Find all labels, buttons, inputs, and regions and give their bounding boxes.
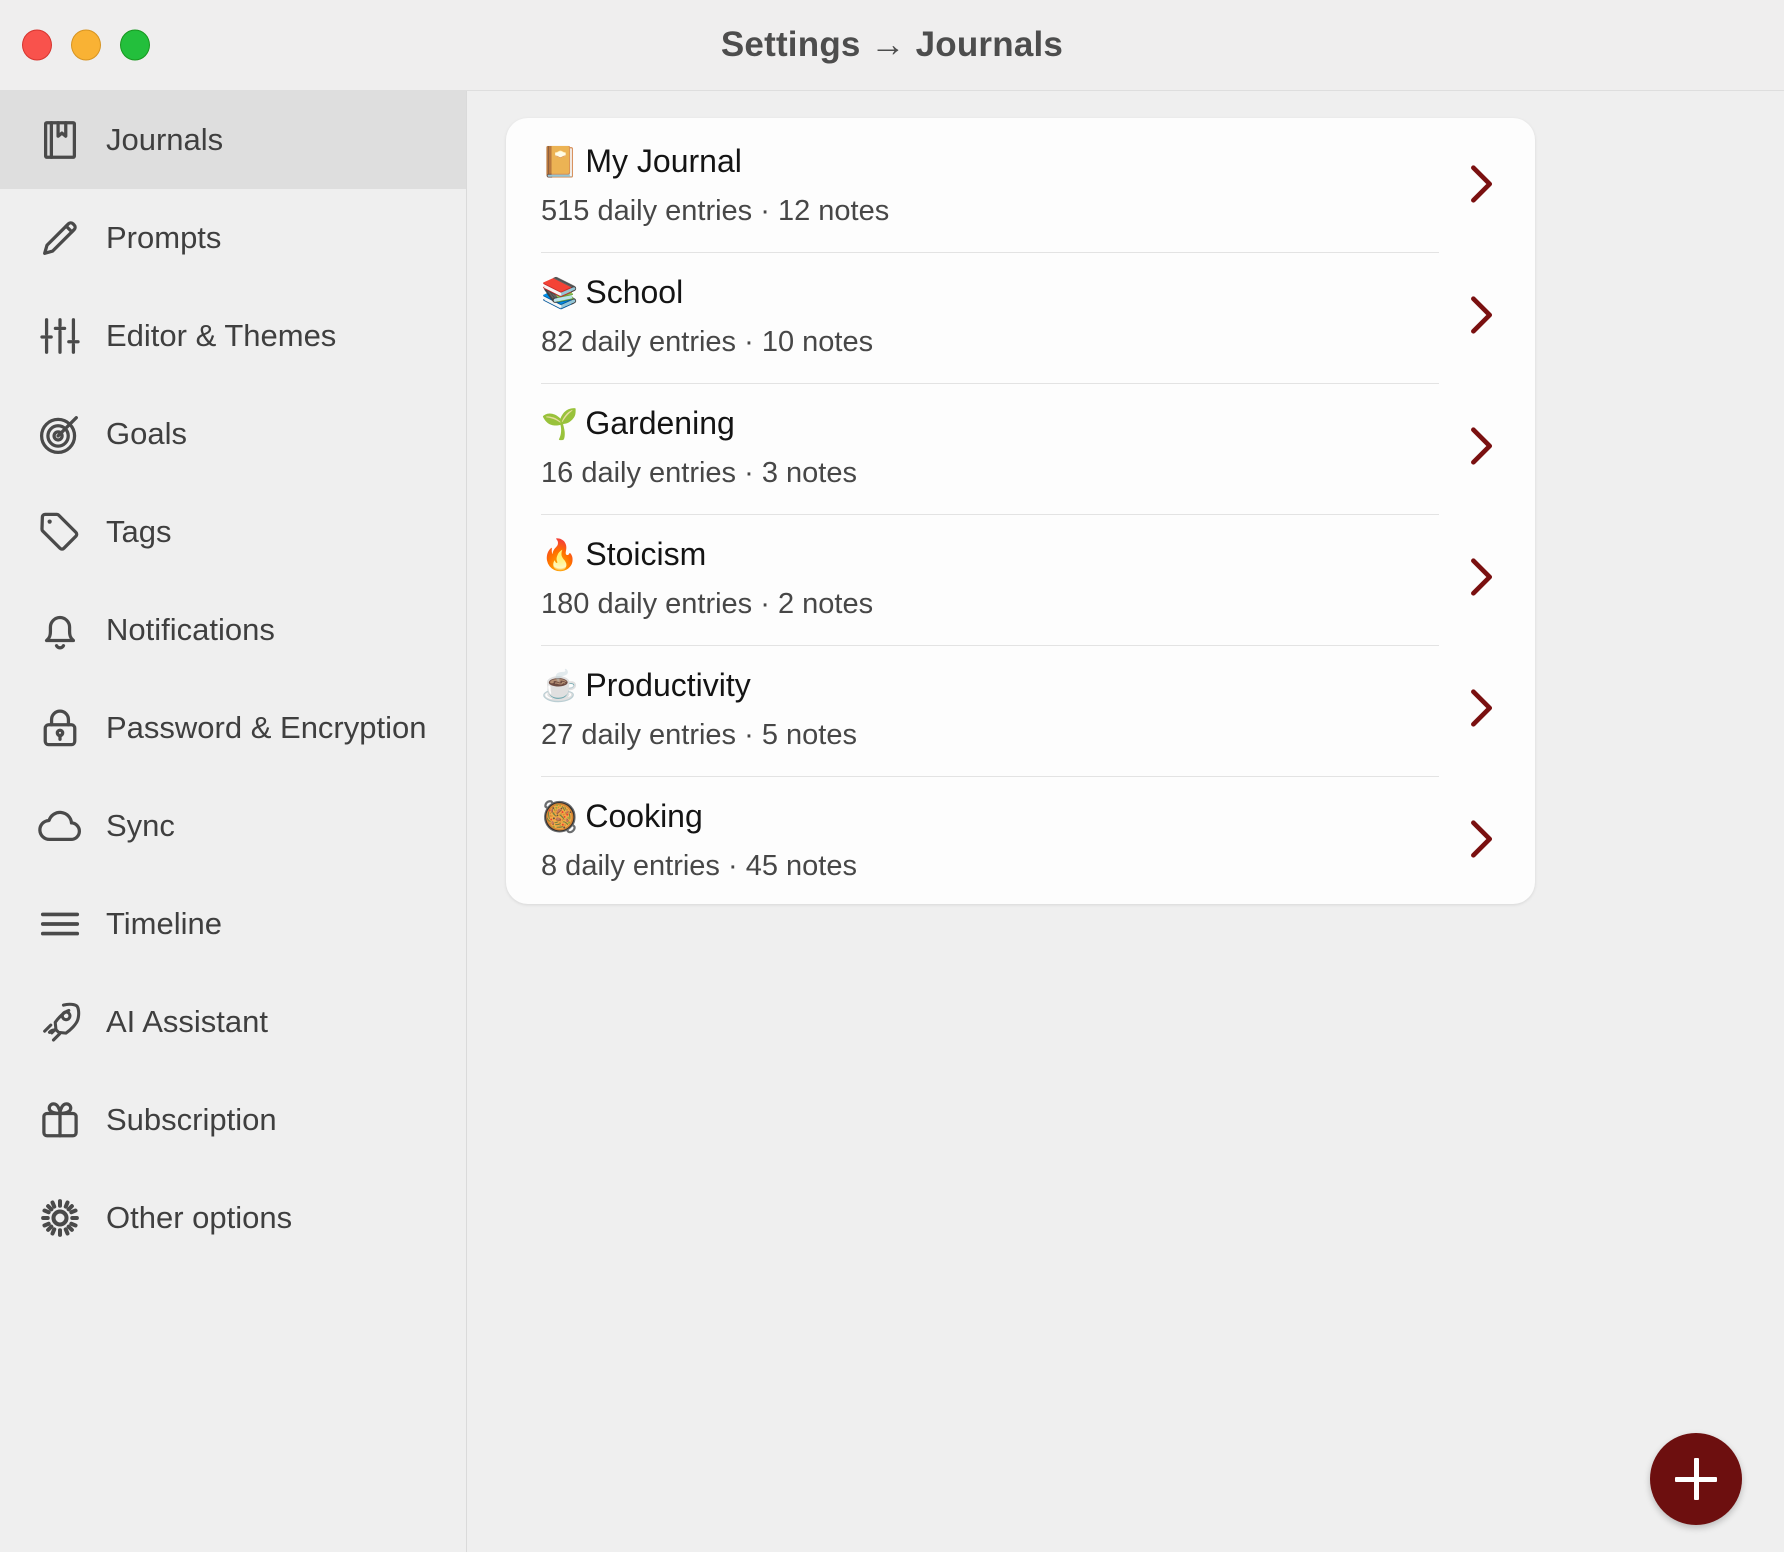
journal-emoji-icon: 🌱 (541, 407, 579, 441)
journal-title: 📔 My Journal (541, 141, 1439, 182)
sidebar-item-editor-themes[interactable]: Editor & Themes (0, 287, 466, 385)
gift-icon (36, 1096, 84, 1144)
sidebar-item-label: Sync (106, 808, 175, 843)
journal-emoji-icon: 📔 (541, 145, 579, 179)
title-bar: Settings → Journals (0, 0, 1784, 91)
maximize-window-button[interactable] (120, 29, 150, 61)
journal-emoji-icon: 🥘 (541, 800, 579, 834)
journal-stats: 27 daily entries · 5 notes (541, 719, 857, 752)
sidebar-item-other-options[interactable]: Other options (0, 1169, 466, 1267)
journal-row[interactable]: 🥘 Cooking 8 daily entries · 45 notes (506, 773, 1535, 904)
journal-row-content: ☕ Productivity 27 daily entries · 5 notes (541, 644, 1439, 771)
journal-emoji-icon: 🔥 (541, 538, 579, 572)
sidebar-item-ai-assistant[interactable]: AI Assistant (0, 973, 466, 1071)
add-journal-button[interactable] (1650, 1433, 1742, 1525)
sidebar-item-sync[interactable]: Sync (0, 777, 466, 875)
sidebar-item-password-encryption[interactable]: Password & Encryption (0, 679, 466, 777)
sidebar-item-label: Goals (106, 416, 187, 451)
journal-stats: 180 daily entries · 2 notes (541, 588, 874, 621)
journal-row[interactable]: 📚 School 82 daily entries · 10 notes (506, 249, 1535, 380)
tag-icon (36, 508, 84, 556)
sidebar-item-label: Prompts (106, 220, 222, 255)
sidebar-item-goals[interactable]: Goals (0, 385, 466, 483)
journal-title: 📚 School (541, 272, 1439, 313)
sidebar-item-subscription[interactable]: Subscription (0, 1071, 466, 1169)
sidebar-item-label: Editor & Themes (106, 318, 337, 353)
journal-row[interactable]: 📔 My Journal 515 daily entries · 12 notes (506, 118, 1535, 249)
journal-title: 🌱 Gardening (541, 403, 1439, 444)
gear-icon (36, 1194, 84, 1242)
plus-icon (1693, 1458, 1699, 1500)
journal-title: ☕ Productivity (541, 665, 1439, 706)
journal-icon (36, 116, 84, 164)
chevron-right-icon[interactable] (1453, 811, 1509, 867)
rocket-icon (36, 998, 84, 1046)
journal-title: 🔥 Stoicism (541, 534, 1439, 575)
sidebar-item-label: Password & Encryption (106, 710, 427, 745)
page-title: Settings → Journals (720, 25, 1064, 64)
journals-panel: 📔 My Journal 515 daily entries · 12 notes… (467, 91, 1784, 1552)
journal-name: My Journal (585, 142, 742, 179)
journal-row[interactable]: 🌱 Gardening 16 daily entries · 3 notes (506, 380, 1535, 511)
journal-emoji-icon: 📚 (541, 276, 579, 310)
journal-row-content: 🥘 Cooking 8 daily entries · 45 notes (541, 775, 1439, 902)
chevron-right-icon[interactable] (1453, 156, 1509, 212)
journal-stats: 8 daily entries · 45 notes (541, 850, 857, 883)
chevron-right-icon[interactable] (1453, 549, 1509, 605)
journal-name: Productivity (585, 666, 751, 703)
minimize-window-button[interactable] (71, 29, 101, 61)
chevron-right-icon[interactable] (1453, 418, 1509, 474)
journal-name: Cooking (585, 797, 703, 834)
sidebar-item-label: Tags (106, 514, 172, 549)
traffic-light-controls (22, 29, 150, 61)
journal-stats: 82 daily entries · 10 notes (541, 326, 874, 359)
journal-row-content: 📔 My Journal 515 daily entries · 12 notes (541, 121, 1439, 247)
sidebar-item-label: Timeline (106, 906, 222, 941)
journal-row-content: 🌱 Gardening 16 daily entries · 3 notes (541, 382, 1439, 509)
journal-row-content: 🔥 Stoicism 180 daily entries · 2 notes (541, 513, 1439, 640)
pencil-icon (36, 214, 84, 262)
journal-name: Stoicism (585, 535, 707, 572)
journal-row[interactable]: 🔥 Stoicism 180 daily entries · 2 notes (506, 511, 1535, 642)
lock-icon (36, 704, 84, 752)
target-icon (36, 410, 84, 458)
journal-row-content: 📚 School 82 daily entries · 10 notes (541, 251, 1439, 378)
window-body: Journals Prompts Editor & Themes Goals T… (0, 91, 1784, 1552)
app-window: Settings → Journals Journals Prompts Edi… (0, 0, 1784, 1552)
sidebar-item-prompts[interactable]: Prompts (0, 189, 466, 287)
timeline-icon (36, 900, 84, 948)
close-window-button[interactable] (22, 29, 52, 61)
sidebar-item-label: Other options (106, 1200, 293, 1235)
journal-name: School (585, 273, 684, 310)
journals-card: 📔 My Journal 515 daily entries · 12 notes… (506, 118, 1535, 904)
sidebar-item-notifications[interactable]: Notifications (0, 581, 466, 679)
sidebar-item-tags[interactable]: Tags (0, 483, 466, 581)
journal-emoji-icon: ☕ (541, 669, 579, 703)
journal-row[interactable]: ☕ Productivity 27 daily entries · 5 notes (506, 642, 1535, 773)
chevron-right-icon[interactable] (1453, 287, 1509, 343)
sidebar-item-label: AI Assistant (106, 1004, 268, 1039)
settings-sidebar: Journals Prompts Editor & Themes Goals T… (0, 91, 467, 1552)
sidebar-item-label: Notifications (106, 612, 275, 647)
journal-name: Gardening (585, 404, 735, 441)
sliders-icon (36, 312, 84, 360)
sidebar-item-journals[interactable]: Journals (0, 91, 466, 189)
journal-stats: 16 daily entries · 3 notes (541, 457, 857, 490)
chevron-right-icon[interactable] (1453, 680, 1509, 736)
journal-stats: 515 daily entries · 12 notes (541, 195, 890, 228)
cloud-icon (36, 802, 84, 850)
sidebar-item-timeline[interactable]: Timeline (0, 875, 466, 973)
sidebar-item-label: Journals (106, 122, 224, 157)
journal-title: 🥘 Cooking (541, 796, 1439, 837)
sidebar-item-label: Subscription (106, 1102, 277, 1137)
bell-icon (36, 606, 84, 654)
